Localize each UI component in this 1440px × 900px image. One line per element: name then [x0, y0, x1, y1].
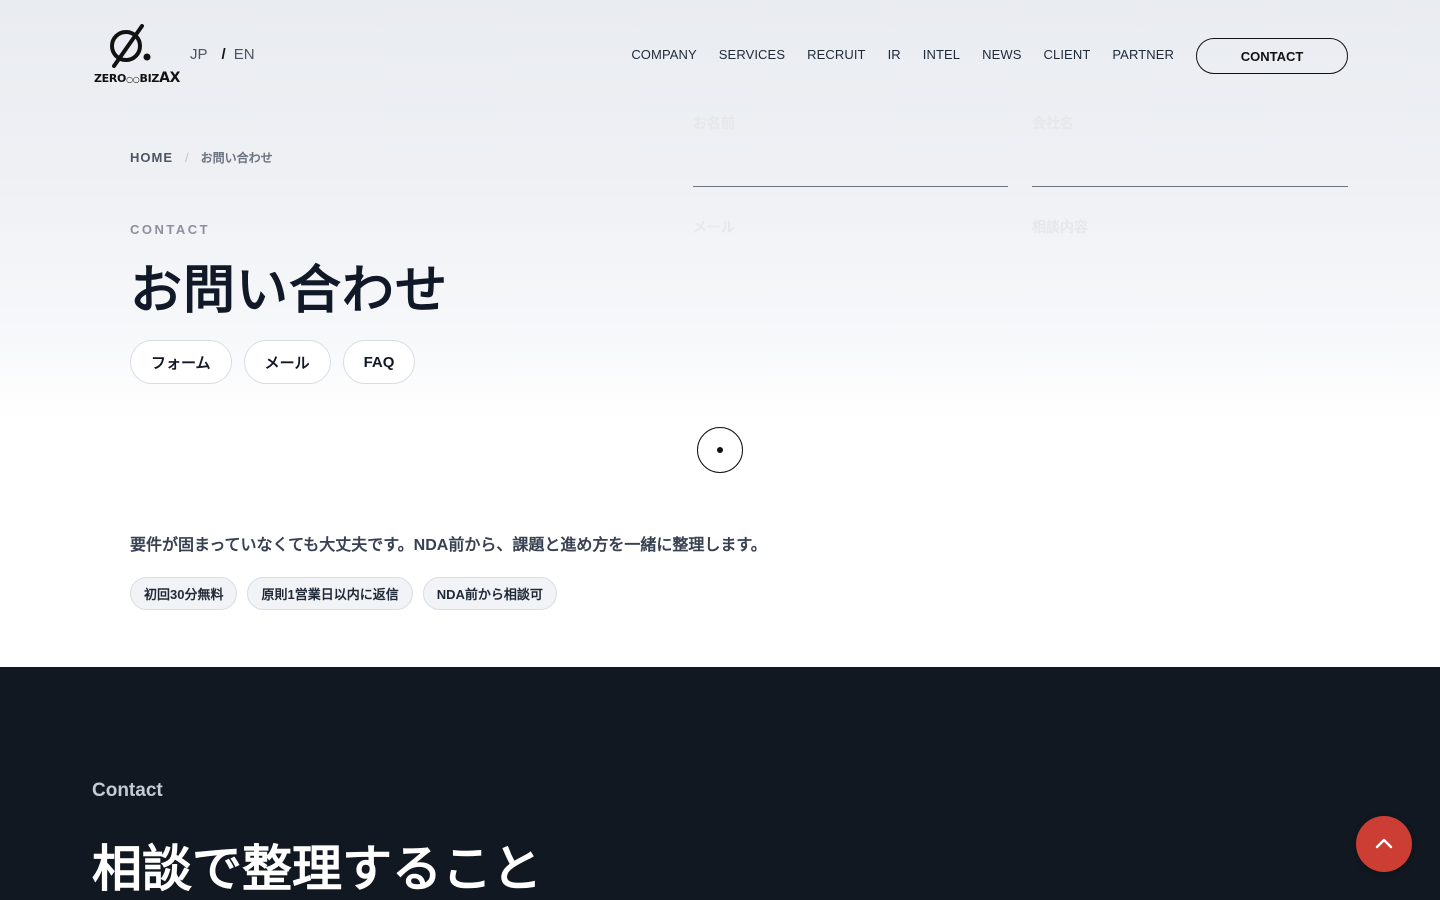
nav-news[interactable]: NEWS: [982, 47, 1021, 62]
nav-company[interactable]: COMPANY: [631, 47, 696, 62]
chip-free-consult: 初回30分無料: [130, 577, 238, 610]
nav-ir[interactable]: IR: [888, 47, 901, 62]
language-switcher: JP / EN: [190, 46, 255, 63]
email-field[interactable]: メール: [693, 217, 1008, 237]
contact-button[interactable]: CONTACT: [1196, 38, 1348, 74]
name-field-underline: [693, 186, 1008, 187]
lang-en[interactable]: EN: [234, 46, 255, 63]
lang-separator: /: [221, 46, 226, 63]
site-header: ZERO○○BIZAX JP / EN COMPANY SERVICES REC…: [0, 0, 1440, 112]
hero-eyebrow: CONTACT: [130, 222, 211, 237]
main-nav: COMPANY SERVICES RECRUIT IR INTEL NEWS C…: [631, 47, 1174, 62]
scroll-indicator-dot: [717, 447, 723, 453]
contact-section-heading: 相談で整理すること: [92, 841, 542, 897]
breadcrumb-separator: /: [185, 150, 189, 165]
breadcrumb-home[interactable]: HOME: [130, 150, 173, 165]
intro-lead: 要件が固まっていなくても大丈夫です。NDA前から、課題と進め方を一緒に整理します…: [130, 537, 767, 554]
name-field[interactable]: お名前: [693, 113, 1008, 187]
chevron-up-icon: [1375, 838, 1393, 849]
tab-faq[interactable]: FAQ: [342, 340, 416, 384]
logo-text: ZERO○○BIZAX: [94, 70, 181, 86]
section-tabs: フォーム メール FAQ: [130, 340, 416, 384]
contact-form-section: Contact 相談で整理すること: [0, 667, 1440, 900]
page-title: お問い合わせ: [130, 262, 449, 320]
company-field-label: 会社名: [1032, 115, 1074, 131]
scroll-indicator-icon[interactable]: [697, 427, 743, 473]
feature-chips: 初回30分無料 原則1営業日以内に返信 NDA前から相談可: [130, 577, 557, 610]
tab-mail[interactable]: メール: [243, 340, 331, 384]
company-field-underline: [1032, 186, 1348, 187]
breadcrumb: HOME / お問い合わせ: [130, 149, 273, 166]
inquiry-field[interactable]: 相談内容: [1032, 217, 1348, 237]
nav-services[interactable]: SERVICES: [719, 47, 785, 62]
email-field-label: メール: [693, 219, 735, 235]
back-to-top-button[interactable]: [1356, 816, 1412, 872]
name-field-label: お名前: [693, 115, 735, 131]
chip-reply-time: 原則1営業日以内に返信: [247, 577, 413, 610]
nav-client[interactable]: CLIENT: [1044, 47, 1091, 62]
nav-intel[interactable]: INTEL: [923, 47, 960, 62]
logo-mark-icon: [110, 24, 151, 68]
site-logo[interactable]: ZERO○○BIZAX: [92, 24, 180, 88]
breadcrumb-current: お問い合わせ: [200, 151, 273, 165]
contact-section-eyebrow: Contact: [92, 780, 163, 801]
inquiry-field-label: 相談内容: [1032, 219, 1088, 235]
lang-jp[interactable]: JP: [190, 46, 208, 63]
nav-recruit[interactable]: RECRUIT: [807, 47, 865, 62]
nav-partner[interactable]: PARTNER: [1112, 47, 1174, 62]
tab-form[interactable]: フォーム: [130, 340, 232, 384]
company-field[interactable]: 会社名: [1032, 113, 1348, 187]
chip-pre-nda: NDA前から相談可: [422, 577, 557, 610]
